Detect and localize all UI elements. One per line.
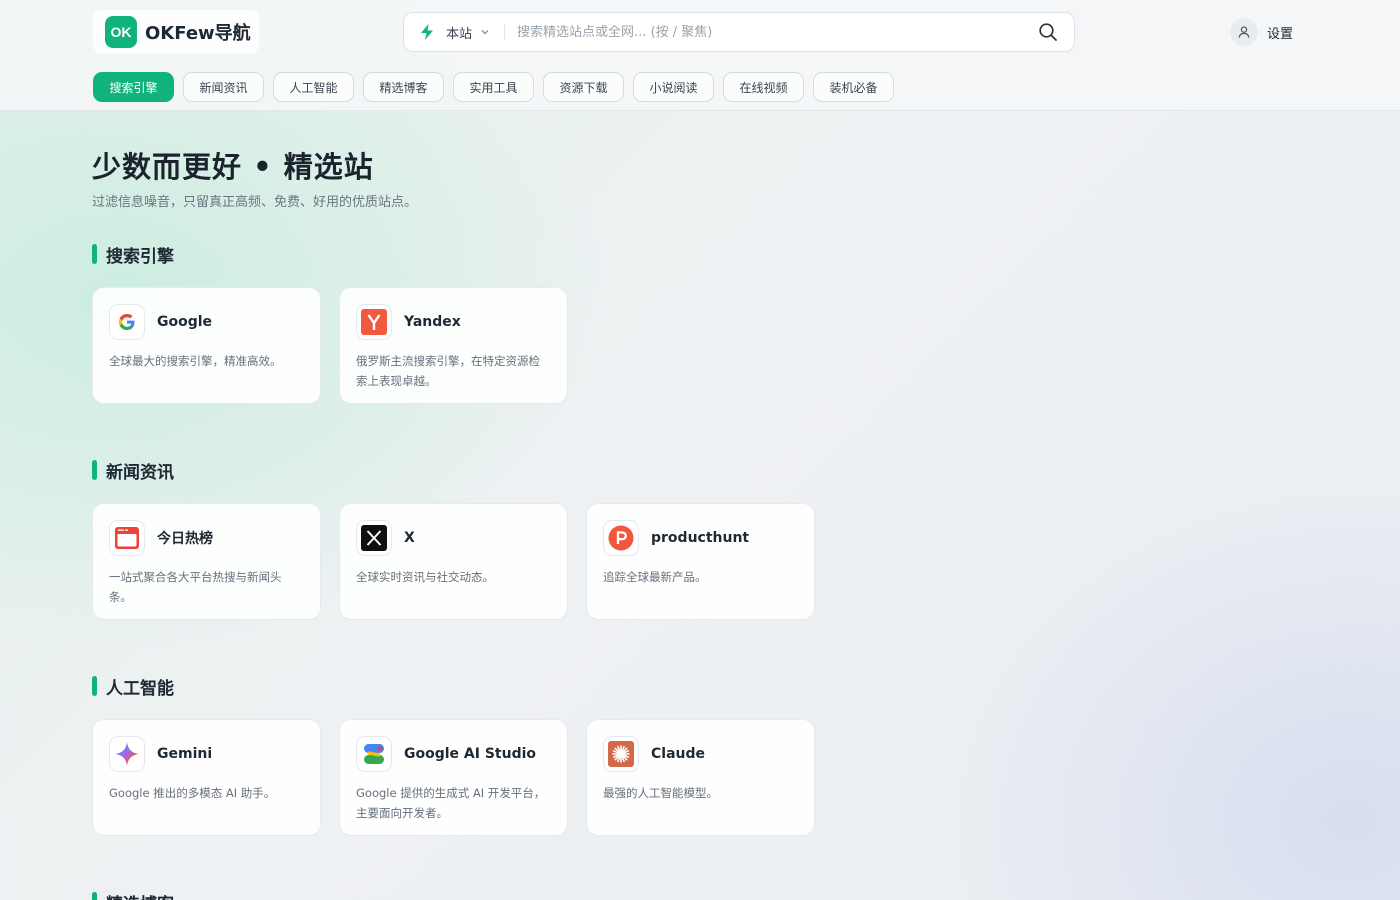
x-icon [356, 520, 392, 556]
section-ai: 人工智能 Gemini Google 推出的多模态 AI 助手。 Google … [92, 674, 815, 836]
search-scope-label: 本站 [446, 26, 473, 42]
site-card-gemini[interactable]: Gemini Google 推出的多模态 AI 助手。 [92, 719, 321, 836]
tab-news[interactable]: 新闻资讯 [183, 72, 264, 102]
tab-essentials[interactable]: 装机必备 [813, 72, 894, 102]
site-card-tophub[interactable]: 今日热榜 一站式聚合各大平台热搜与新闻头条。 [92, 503, 321, 620]
bolt-icon [421, 24, 433, 40]
site-desc: 全球实时资讯与社交动态。 [356, 570, 494, 584]
site-desc: 追踪全球最新产品。 [603, 570, 707, 584]
section-accent-bar [92, 244, 97, 264]
tab-downloads[interactable]: 资源下载 [543, 72, 624, 102]
producthunt-icon [603, 520, 639, 556]
page-subtitle: 过滤信息噪音，只留真正高频、免费、好用的优质站点。 [92, 195, 418, 210]
site-name: X [404, 530, 415, 546]
section-accent-bar [92, 676, 97, 696]
search-divider [504, 23, 506, 41]
site-name: Yandex [404, 314, 461, 330]
site-card-google[interactable]: Google 全球最大的搜索引擎，精准高效。 [92, 287, 321, 404]
section-title: 精选博客 [106, 890, 174, 900]
claude-icon [603, 736, 639, 772]
section-title: 人工智能 [106, 678, 174, 699]
site-name: Google [157, 314, 213, 330]
section-title: 搜索引擎 [106, 246, 174, 267]
site-desc: 全球最大的搜索引擎，精准高效。 [109, 354, 282, 368]
section-title: 新闻资讯 [106, 462, 174, 483]
site-name: Google AI Studio [404, 746, 537, 762]
site-card-x[interactable]: X 全球实时资讯与社交动态。 [339, 503, 568, 620]
tab-blogs[interactable]: 精选博客 [363, 72, 444, 102]
logo-text: OKFew导航 [145, 22, 251, 44]
tab-search-engines[interactable]: 搜索引擎 [93, 72, 174, 102]
site-desc: Google 提供的生成式 AI 开发平台，主要面向开发者。 [356, 786, 546, 820]
top-bar: OK OKFew导航 本站 设置 搜索引擎 新闻资 [0, 0, 1400, 111]
tab-videos[interactable]: 在线视频 [723, 72, 804, 102]
section-accent-bar [92, 460, 97, 480]
tab-novels[interactable]: 小说阅读 [633, 72, 714, 102]
site-name: Gemini [157, 746, 213, 762]
ai-studio-icon [356, 736, 392, 772]
settings-label: 设置 [1267, 26, 1294, 42]
gemini-icon [109, 736, 145, 772]
site-name: 今日热榜 [157, 531, 213, 547]
search-scope-dropdown[interactable]: 本站 [404, 13, 490, 51]
site-desc: Google 推出的多模态 AI 助手。 [109, 786, 276, 800]
google-icon [109, 304, 145, 340]
user-icon [1230, 18, 1258, 46]
site-desc: 一站式聚合各大平台热搜与新闻头条。 [109, 570, 282, 604]
settings-button[interactable]: 设置 [1230, 18, 1293, 46]
tab-tools[interactable]: 实用工具 [453, 72, 534, 102]
site-card-yandex[interactable]: Yandex 俄罗斯主流搜索引擎，在特定资源检索上表现卓越。 [339, 287, 568, 404]
section-search-engines: 搜索引擎 Google 全球最大的搜索引擎，精准高效。 Yandex 俄罗斯主流… [92, 242, 568, 404]
search-bar: 本站 [403, 12, 1075, 52]
search-input[interactable] [517, 24, 1038, 40]
site-card-claude[interactable]: Claude 最强的人工智能模型。 [586, 719, 815, 836]
logo[interactable]: OK OKFew导航 [93, 10, 259, 53]
tophub-icon [109, 520, 145, 556]
page-title: 少数而更好 • 精选站 [92, 150, 374, 184]
site-desc: 最强的人工智能模型。 [603, 786, 718, 800]
site-desc: 俄罗斯主流搜索引擎，在特定资源检索上表现卓越。 [356, 354, 540, 388]
site-name: Claude [651, 746, 706, 762]
site-name: producthunt [651, 530, 750, 546]
tab-ai[interactable]: 人工智能 [273, 72, 354, 102]
logo-badge: OK [105, 15, 137, 48]
section-blogs: 精选博客 [92, 890, 174, 900]
site-card-google-ai-studio[interactable]: Google AI Studio Google 提供的生成式 AI 开发平台，主… [339, 719, 568, 836]
chevron-down-icon [481, 30, 489, 35]
site-card-producthunt[interactable]: producthunt 追踪全球最新产品。 [586, 503, 815, 620]
search-icon[interactable] [1038, 22, 1058, 42]
category-tabs: 搜索引擎 新闻资讯 人工智能 精选博客 实用工具 资源下载 小说阅读 在线视频 … [93, 72, 894, 102]
section-accent-bar [92, 892, 97, 900]
yandex-icon [356, 304, 392, 340]
section-news: 新闻资讯 今日热榜 一站式聚合各大平台热搜与新闻头条。 X 全球实时资讯与社交动… [92, 458, 815, 620]
